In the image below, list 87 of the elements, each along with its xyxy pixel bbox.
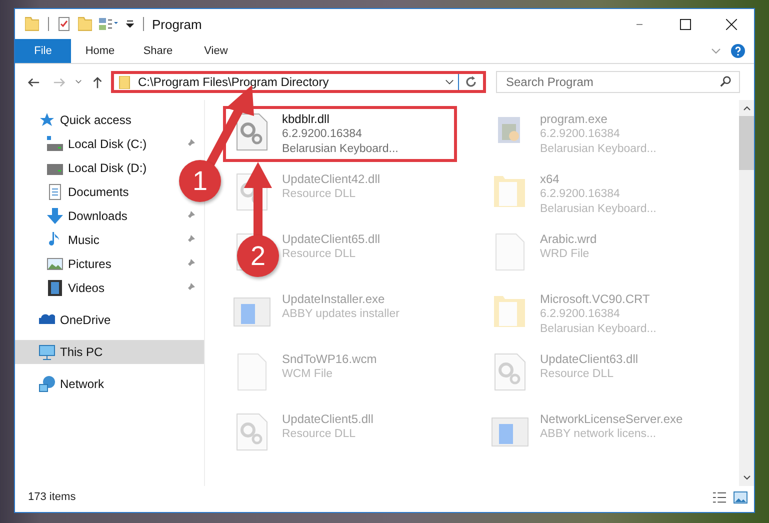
nav-label: Downloads bbox=[68, 209, 128, 223]
nav-item[interactable]: Documents bbox=[15, 180, 133, 204]
help-icon[interactable] bbox=[731, 44, 745, 58]
nav-item[interactable]: Music bbox=[15, 228, 204, 252]
download-icon bbox=[47, 208, 63, 224]
file-detail: ABBY network licens... bbox=[540, 427, 658, 442]
nav-label: Pictures bbox=[68, 257, 112, 271]
nav-item[interactable]: Local Disk (D:) bbox=[15, 156, 151, 180]
nav-item[interactable]: Local Disk (C:) bbox=[15, 132, 204, 156]
file-detail: WRD File bbox=[540, 247, 590, 262]
star-icon bbox=[39, 112, 55, 128]
close-icon bbox=[726, 18, 736, 30]
ribbon-tab[interactable]: Home bbox=[71, 39, 129, 63]
file-name: kbdblr.dll bbox=[282, 112, 330, 127]
scrollbar[interactable] bbox=[739, 100, 754, 486]
dropdown-icon[interactable] bbox=[126, 20, 134, 28]
file-detail: WCM File bbox=[282, 367, 334, 382]
ribbon-tab[interactable]: Share bbox=[129, 39, 187, 63]
file-name: UpdateClient65.dll bbox=[282, 232, 380, 247]
checklist-icon[interactable] bbox=[57, 17, 71, 31]
ribbon-tab[interactable]: File bbox=[15, 39, 71, 63]
file-detail: 6.2.9200.16384 bbox=[540, 307, 621, 322]
file-detail: Belarusian Keyboard... bbox=[540, 322, 656, 337]
window-title: Program bbox=[152, 16, 202, 32]
nav-label: Local Disk (D:) bbox=[68, 161, 147, 175]
nav-label: Network bbox=[60, 377, 106, 391]
file-name: UpdateClient63.dll bbox=[540, 352, 638, 367]
back-icon[interactable] bbox=[27, 76, 40, 88]
file-detail: Resource DLL bbox=[540, 367, 615, 382]
file-name: UpdateClient5.dll bbox=[282, 412, 374, 427]
nav-label: Local Disk (C:) bbox=[68, 137, 148, 151]
nav-item[interactable]: OneDrive bbox=[15, 308, 204, 332]
nav-label: Music bbox=[68, 233, 100, 247]
scroll-down-icon[interactable] bbox=[742, 475, 750, 481]
maximize-icon bbox=[680, 18, 690, 30]
nav-item[interactable]: Pictures bbox=[15, 252, 204, 276]
nav-item[interactable]: This PC bbox=[15, 340, 204, 364]
scroll-thumb[interactable] bbox=[739, 116, 754, 170]
file-detail: ABBY updates installer bbox=[282, 307, 400, 322]
file-detail: Belarusian Keyboard... bbox=[540, 142, 656, 157]
chevron-icon[interactable] bbox=[445, 79, 454, 85]
nav-label: Videos bbox=[68, 281, 106, 295]
file-detail: Resource DLL bbox=[282, 427, 357, 442]
film-icon bbox=[47, 280, 63, 296]
details-view-icon[interactable] bbox=[712, 490, 727, 504]
file-name: x64 bbox=[540, 172, 560, 187]
file-detail: Resource DLL bbox=[282, 187, 357, 202]
ribbon-tab[interactable]: View bbox=[187, 39, 245, 63]
search-icon bbox=[719, 75, 732, 88]
nav-item[interactable]: Network bbox=[15, 372, 204, 396]
file-name: NetworkLicenseServer.exe bbox=[540, 412, 683, 427]
network-icon bbox=[39, 376, 55, 392]
nav-item[interactable]: Quick access bbox=[15, 108, 204, 132]
nav-item[interactable]: Videos bbox=[15, 276, 204, 300]
nav-item[interactable]: Downloads bbox=[15, 204, 204, 228]
file-name: UpdateInstaller.exe bbox=[282, 292, 386, 307]
document-icon bbox=[47, 184, 63, 200]
chevron-icon[interactable] bbox=[75, 79, 82, 85]
file-detail: Belarusian Keyboard... bbox=[282, 142, 398, 157]
drive-icon bbox=[47, 136, 63, 152]
address-bar[interactable]: C:\Program Files\Program Directory bbox=[111, 71, 486, 93]
file-detail: 6.2.9200.16384 bbox=[540, 187, 621, 202]
properties-icon[interactable] bbox=[99, 18, 119, 30]
nav-label: Quick access bbox=[60, 113, 132, 127]
file-item[interactable]: kbdblr.dll 6.2.9200.16384 Belarusian Keyboard... bbox=[223, 106, 457, 162]
item-count: 173 items bbox=[28, 491, 76, 503]
file-detail: Belarusian Keyboard... bbox=[540, 202, 656, 217]
file-name: SndToWP16.wcm bbox=[282, 352, 377, 367]
nav-label: This PC bbox=[60, 345, 104, 359]
scroll-up-icon[interactable] bbox=[742, 105, 750, 111]
file-name: Microsoft.VC90.CRT bbox=[540, 292, 651, 307]
nav-label: Documents bbox=[68, 185, 129, 199]
computer-icon bbox=[39, 344, 55, 360]
pictures-icon bbox=[47, 256, 63, 272]
address-path: C:\Program Files\Program Directory bbox=[138, 75, 330, 89]
picture-view-icon[interactable] bbox=[733, 490, 748, 504]
file-name: program.exe bbox=[540, 112, 608, 127]
file-name: UpdateClient42.dll bbox=[282, 172, 380, 187]
file-detail: 6.2.9200.16384 bbox=[540, 127, 621, 142]
nav-label: OneDrive bbox=[60, 313, 112, 327]
up-icon[interactable] bbox=[91, 76, 104, 88]
file-name: Arabic.wrd bbox=[540, 232, 597, 247]
search-field[interactable]: Search Program bbox=[496, 71, 740, 93]
folder-icon bbox=[119, 76, 130, 88]
file-detail: 6.2.9200.16384 bbox=[282, 127, 363, 142]
refresh-icon[interactable] bbox=[464, 75, 478, 89]
file-detail: Resource DLL bbox=[282, 247, 357, 262]
